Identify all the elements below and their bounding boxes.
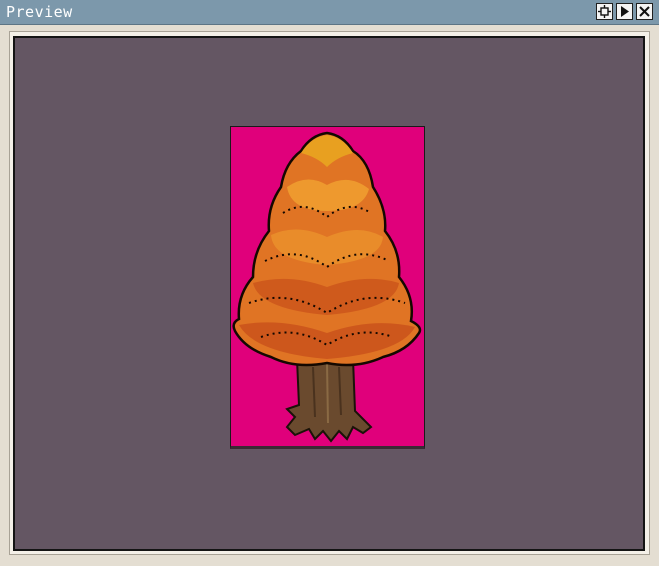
play-button[interactable]: [616, 3, 633, 20]
focus-icon: [598, 5, 611, 18]
preview-viewport[interactable]: [13, 36, 645, 551]
close-icon: [639, 6, 650, 17]
preview-window: Preview: [0, 0, 659, 566]
tree-foliage: [232, 131, 422, 367]
window-title: Preview: [6, 3, 73, 21]
close-button[interactable]: [636, 3, 653, 20]
focus-button[interactable]: [596, 3, 613, 20]
sprite-canvas[interactable]: [230, 126, 425, 449]
tree-trunk: [285, 358, 373, 443]
autumn-tree-sprite: [232, 131, 422, 443]
play-icon: [621, 6, 629, 17]
title-bar[interactable]: Preview: [0, 0, 659, 25]
